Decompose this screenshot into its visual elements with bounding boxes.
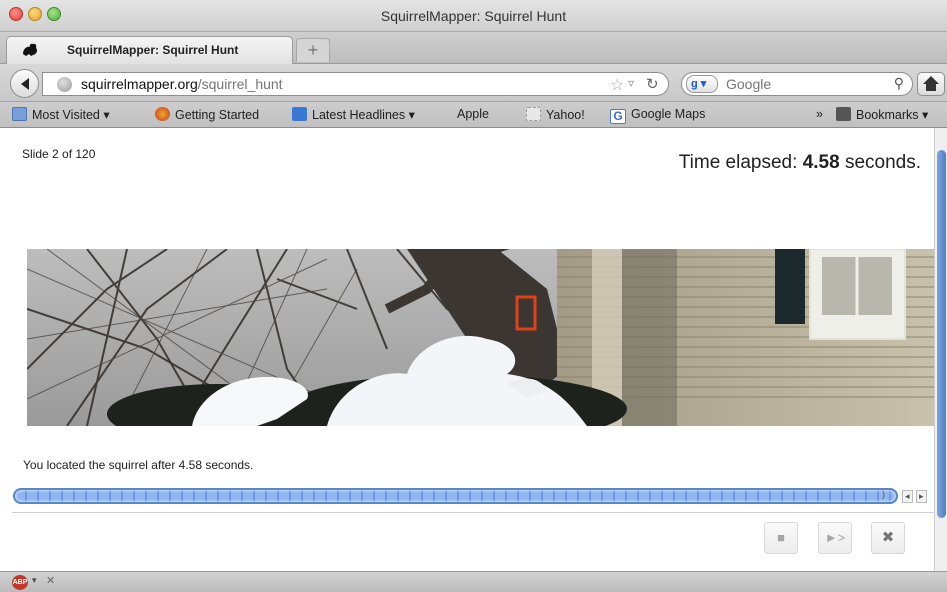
chevron-down-icon[interactable]: ▾ [32, 575, 37, 586]
squirrel-icon [23, 43, 37, 56]
url-path: /squirrel_hunt [197, 76, 283, 92]
chevron-down-icon: ▾ [922, 108, 929, 122]
reload-icon[interactable]: ↻ [646, 75, 659, 93]
progress-cap: ) [882, 489, 885, 499]
rss-icon [292, 107, 307, 121]
bookmarks-overflow-button[interactable]: » [816, 107, 823, 121]
bookmarks-icon [836, 107, 851, 121]
close-icon[interactable]: ✕ [46, 574, 55, 587]
chevron-down-icon: ▾ [103, 108, 110, 122]
bookmark-yahoo[interactable]: Yahoo! [526, 107, 585, 122]
firefox-icon [155, 107, 170, 121]
squirrel-photo[interactable] [27, 249, 934, 426]
vertical-scrollbar[interactable] [934, 128, 947, 571]
bookmark-google-maps[interactable]: G Google Maps [610, 107, 705, 124]
search-box[interactable]: g ▾ Google ⚲ [681, 72, 913, 96]
tab-squirrel-hunt[interactable]: SquirrelMapper: Squirrel Hunt [6, 36, 293, 64]
close-button[interactable]: ✖ [871, 522, 905, 554]
bookmarks-toolbar: Most Visited ▾ Getting Started Latest He… [0, 102, 947, 128]
blank-page-icon [526, 107, 541, 121]
next-button[interactable]: ►> [818, 522, 852, 554]
bookmark-getting-started[interactable]: Getting Started [155, 107, 259, 122]
timer-value: 4.58 [802, 152, 840, 173]
timer: Time elapsed: 4.58 seconds. [678, 152, 921, 173]
back-button[interactable] [10, 69, 39, 98]
window-title: SquirrelMapper: Squirrel Hunt [380, 8, 567, 24]
window-titlebar: SquirrelMapper: Squirrel Hunt [0, 0, 947, 32]
bookmark-latest-headlines[interactable]: Latest Headlines ▾ [292, 107, 415, 122]
progress-scroll-controls[interactable]: ) ◂ ▸ [880, 489, 932, 503]
globe-icon [57, 77, 72, 92]
home-button[interactable] [917, 72, 945, 96]
history-dropdown-icon[interactable]: ▿ [628, 76, 634, 90]
result-message: You located the squirrel after 4.58 seco… [23, 458, 254, 472]
bookmark-apple[interactable]: Apple [452, 107, 489, 121]
url-host: squirrelmapper.org [81, 76, 198, 92]
search-engine-icon[interactable]: g ▾ [686, 75, 718, 93]
url-bar[interactable]: squirrelmapper.org/squirrel_hunt ☆ ▿ ↻ [42, 72, 669, 96]
scroll-left-icon[interactable]: ◂ [902, 490, 913, 503]
search-input[interactable]: Google [726, 76, 771, 92]
scroll-right-icon[interactable]: ▸ [916, 490, 927, 503]
tab-label: SquirrelMapper: Squirrel Hunt [67, 43, 239, 57]
search-icon[interactable]: ⚲ [894, 75, 904, 92]
url-text[interactable]: squirrelmapper.org/squirrel_hunt [81, 76, 283, 92]
page-content: Slide 2 of 120 Time elapsed: 4.58 second… [0, 128, 934, 571]
scrollbar-thumb[interactable] [937, 150, 946, 518]
tab-strip: SquirrelMapper: Squirrel Hunt + [0, 32, 947, 64]
new-tab-button[interactable]: + [296, 38, 330, 62]
slide-progress-bar[interactable] [13, 488, 898, 504]
google-icon: G [610, 109, 626, 124]
home-icon [923, 76, 939, 91]
bookmarks-menu-button[interactable]: Bookmarks ▾ [836, 107, 928, 122]
status-bar: ABP ▾ ✕ [0, 571, 947, 592]
back-arrow-icon [21, 78, 29, 90]
divider [12, 512, 934, 513]
adblock-icon[interactable]: ABP [12, 575, 28, 590]
bookmark-star-icon[interactable]: ☆ [610, 75, 624, 95]
stop-button[interactable]: ■ [764, 522, 798, 554]
chevron-down-icon: ▾ [408, 108, 415, 122]
navigation-bar: squirrelmapper.org/squirrel_hunt ☆ ▿ ↻ g… [0, 64, 947, 102]
photo-scene [27, 249, 934, 426]
bookmark-most-visited[interactable]: Most Visited ▾ [12, 107, 110, 122]
slide-counter: Slide 2 of 120 [22, 147, 96, 161]
folder-icon [12, 107, 27, 121]
